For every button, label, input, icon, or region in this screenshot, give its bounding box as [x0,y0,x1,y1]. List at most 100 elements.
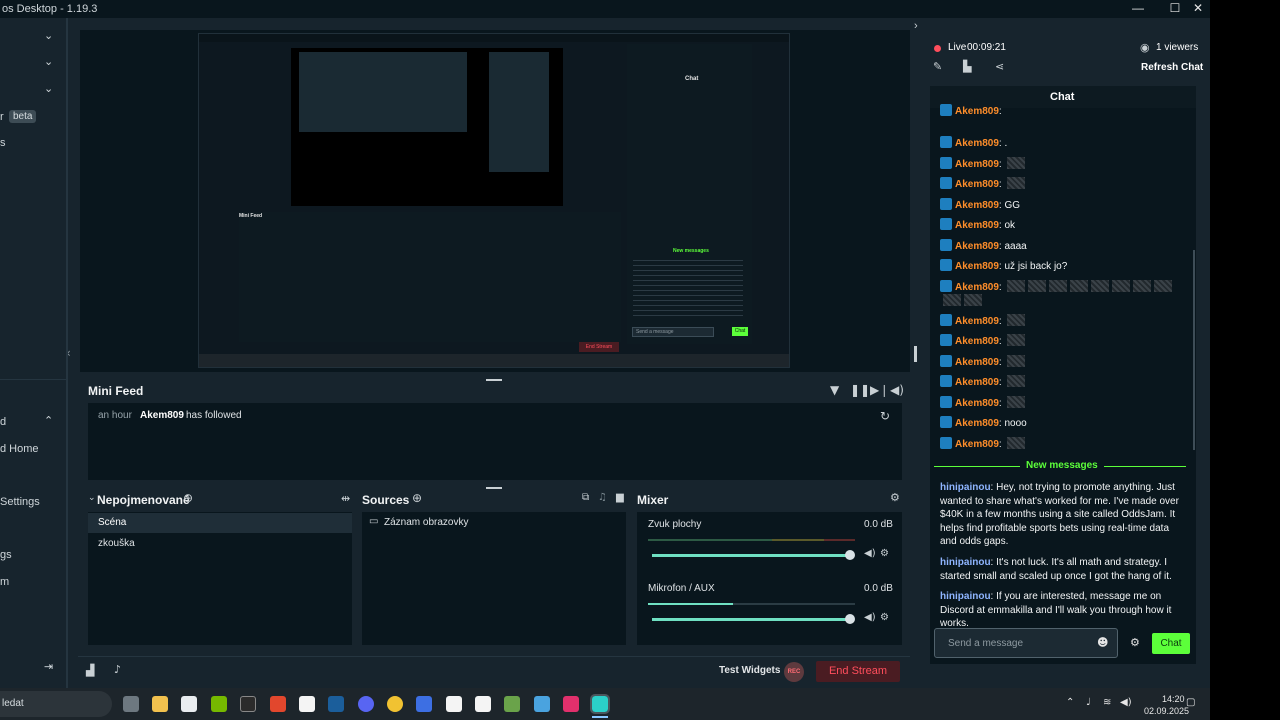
chat-username[interactable]: Akem809 [955,377,999,388]
speaker-icon[interactable]: ◀) [864,548,876,559]
refresh-chat-button[interactable]: Refresh Chat [1141,62,1203,73]
folder-icon[interactable]: ▆ [616,492,624,503]
drag-handle[interactable] [486,379,502,381]
add-source-icon[interactable]: ⊕ [412,491,422,505]
refresh-icon[interactable]: ↻ [880,409,890,423]
speaker-icon[interactable]: ◀) [890,383,904,397]
app-icon[interactable] [270,696,286,712]
app-icon[interactable] [416,696,432,712]
wifi-icon[interactable]: ≋ [1103,697,1111,708]
chat-username[interactable]: Akem809 [955,106,999,117]
chat-scrollbar[interactable] [1193,250,1195,450]
store-icon[interactable] [181,696,197,712]
scenes-title[interactable]: Nepojmenované [97,493,190,507]
document-icon[interactable] [446,696,462,712]
nav-item-label[interactable]: s [0,137,6,149]
taskbar-search[interactable]: ledat [0,691,112,717]
test-widgets-button[interactable]: Test Widgets [719,665,780,676]
gear-icon[interactable]: ⚙ [1130,636,1140,649]
chat-username[interactable]: hinipainou [940,557,991,568]
drag-handle[interactable] [486,487,502,489]
chevron-down-icon[interactable]: ⌄ [44,55,53,68]
app-icon[interactable] [299,696,315,712]
nav-item-label[interactable]: m [0,576,9,588]
chevron-up-icon[interactable]: ⌃ [1066,697,1074,708]
chat-username[interactable]: Akem809 [955,261,999,272]
nav-item-label[interactable]: d Home [0,443,39,455]
minimize-button[interactable]: — [1128,1,1148,15]
send-message-input[interactable]: Send a message ☻ [934,628,1118,658]
chevron-down-icon[interactable]: ⌄ [44,29,53,42]
nav-item-label[interactable]: gs [0,549,12,561]
nvidia-icon[interactable] [211,696,227,712]
chat-username[interactable]: hinipainou [940,482,991,493]
emoji-icon[interactable]: ☻ [1097,636,1108,649]
close-button[interactable]: ✕ [1188,1,1208,15]
chrome-icon[interactable] [387,696,403,712]
chat-username[interactable]: Akem809 [955,418,999,429]
volume-icon[interactable]: ◀) [1120,697,1132,708]
file-explorer-icon[interactable] [152,696,168,712]
chevron-down-icon[interactable]: ⌄ [44,82,53,95]
clock-date[interactable]: 02.09.2025 [1144,706,1189,716]
chat-username[interactable]: Akem809 [955,357,999,368]
gear-icon[interactable]: ⚙ [880,548,889,559]
filter-icon[interactable]: ▼ [830,383,839,397]
discord-icon[interactable] [358,696,374,712]
chat-username[interactable]: Akem809 [955,241,999,252]
shield-icon[interactable] [534,696,550,712]
chat-username[interactable]: Akem809 [955,159,999,170]
display-icon[interactable]: ⧉ [582,492,589,503]
chevron-down-icon[interactable]: ⌄ [88,493,96,503]
feed-user[interactable]: Akem809 [140,410,184,421]
pause-icon[interactable]: ❚❚ [850,383,870,397]
list-item[interactable]: Scéna [88,513,352,533]
end-stream-button[interactable]: End Stream [816,661,900,682]
add-scene-icon[interactable]: ⊕ [183,491,193,505]
nav-item-label[interactable]: r [0,111,4,123]
instagram-icon[interactable] [563,696,579,712]
skip-icon[interactable]: ▶❘ [870,383,889,397]
chat-username[interactable]: Akem809 [955,336,999,347]
clock-time[interactable]: 14:20 [1162,694,1185,704]
chat-username[interactable]: Akem809 [955,282,999,293]
chat-username[interactable]: Akem809 [955,138,999,149]
stats-icon[interactable]: ▟ [86,664,94,677]
audio-icon[interactable]: ♫ [598,492,607,503]
streamlabs-icon[interactable] [590,694,610,714]
chat-username[interactable]: Akem809 [955,316,999,327]
maximize-button[interactable]: ☐ [1165,1,1185,15]
volume-slider[interactable] [652,614,855,624]
chat-username[interactable]: Akem809 [955,398,999,409]
chat-username[interactable]: Akem809 [955,179,999,190]
notification-icon[interactable]: ▢ [1186,697,1195,708]
chat-username[interactable]: Akem809 [955,439,999,450]
chat-username[interactable]: Akem809 [955,220,999,231]
chevron-right-icon[interactable]: › [914,20,918,32]
document-icon[interactable] [475,696,491,712]
bell-icon[interactable]: ♪ [114,663,121,676]
gear-icon[interactable]: ⚙ [890,491,900,504]
chat-resize-handle[interactable] [914,346,917,362]
task-view-icon[interactable] [123,696,139,712]
transition-icon[interactable]: ⇹ [341,492,350,505]
chevron-up-icon[interactable]: ⌃ [44,414,53,427]
collapse-icon[interactable]: ⇥ [44,660,53,673]
share-icon[interactable]: ⋖ [995,60,1004,73]
steam-icon[interactable] [328,696,344,712]
nav-item-label[interactable]: Settings [0,496,40,508]
volume-slider[interactable] [652,550,855,560]
speaker-icon[interactable]: ◀) [864,612,876,623]
scene-name[interactable]: zkouška [98,538,135,549]
chat-username[interactable]: Akem809 [955,200,999,211]
pencil-icon[interactable]: ✎ [933,60,942,73]
popout-icon[interactable]: ▙ [963,60,971,73]
minecraft-icon[interactable] [504,696,520,712]
rec-button[interactable]: REC [784,662,804,682]
gear-icon[interactable]: ⚙ [880,612,889,623]
nav-item-label[interactable]: d [0,416,6,428]
epic-games-icon[interactable] [240,696,256,712]
source-name[interactable]: Záznam obrazovky [384,517,468,528]
chat-send-button[interactable]: Chat [1152,633,1190,654]
chat-username[interactable]: hinipainou [940,591,991,602]
